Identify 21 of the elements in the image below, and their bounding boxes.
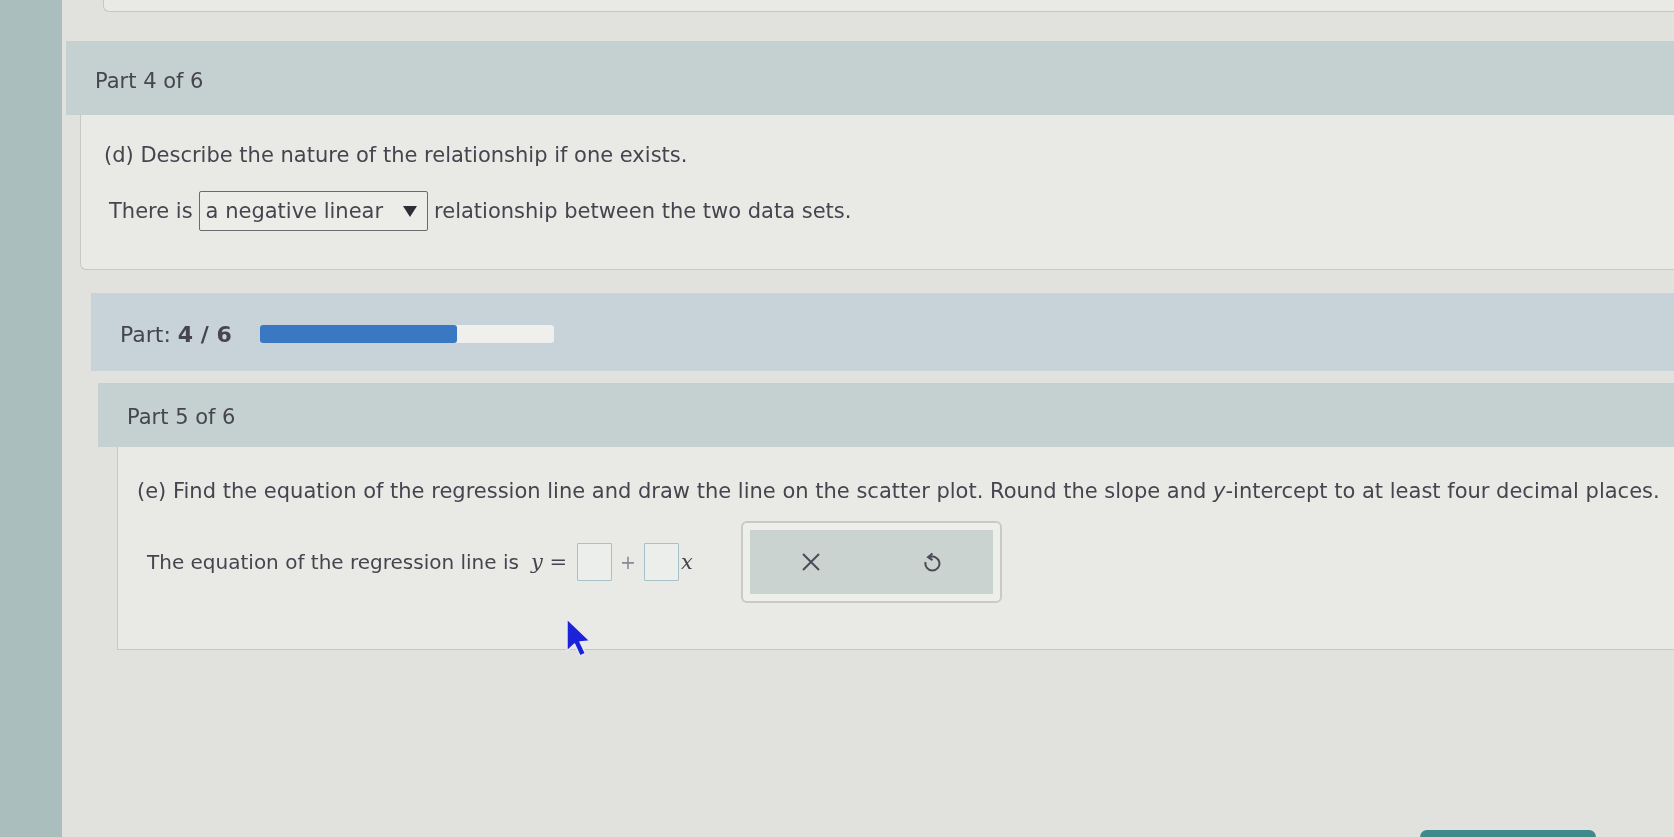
plus-operator: +	[620, 551, 636, 573]
progress-label: Part: 4 / 6	[120, 321, 232, 347]
answer-dropdown[interactable]: a negative linear	[198, 191, 429, 231]
question-prompt: (e) Find the equation of the regression line and draw the line on the scatter plot. Round the slope and y-intercept to at least four decimal places.	[137, 479, 1660, 503]
section-title: Part 5 of 6	[127, 405, 236, 429]
variable-label: x	[681, 550, 693, 574]
question-prompt: (d) Describe the nature of the relationship if one exists.	[104, 143, 688, 167]
undo-icon	[923, 552, 942, 572]
sentence-text: relationship between the two data sets.	[434, 199, 852, 223]
mouse-pointer-icon	[566, 618, 592, 658]
equation-text: The equation of the regression line is	[147, 550, 519, 574]
answer-box[interactable]	[644, 543, 679, 581]
cut-off-button[interactable]	[1420, 830, 1596, 837]
answer-box[interactable]	[577, 543, 613, 581]
close-icon	[801, 553, 820, 571]
caret-icon	[403, 205, 418, 217]
clear-button[interactable]	[749, 530, 872, 594]
sentence-text: There is	[109, 199, 193, 223]
section-title: Part 4 of 6	[95, 69, 204, 93]
equation-lhs: y =	[530, 550, 568, 574]
undo-button[interactable]	[871, 530, 993, 594]
